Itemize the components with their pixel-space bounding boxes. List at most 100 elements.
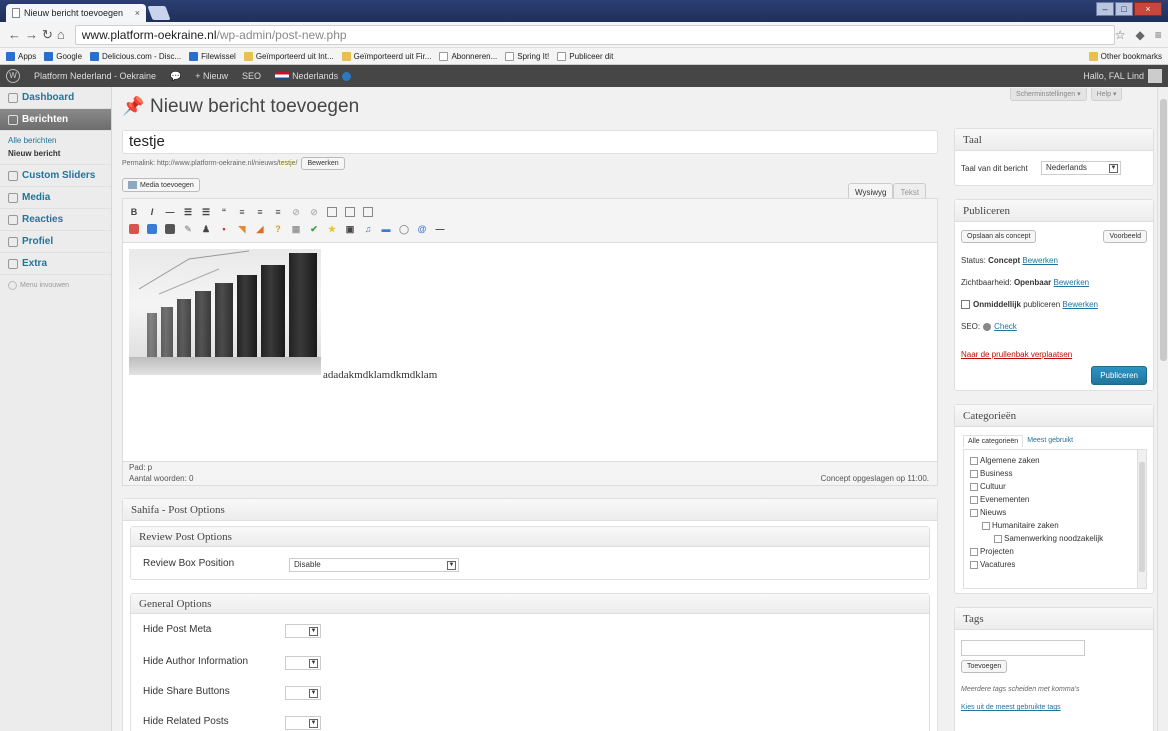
person-icon[interactable]: ♟ [201,224,211,234]
checkbox[interactable] [970,456,978,465]
category-item[interactable]: Samenwerking noodzakelijk [994,534,1103,543]
edit-status-link[interactable]: Bewerken [1022,256,1058,265]
forward-icon[interactable]: → [25,27,38,42]
strikethrough-icon[interactable]: — [165,207,175,217]
bookmark-google[interactable]: Google [44,51,82,61]
dropcap-icon[interactable]: @ [417,224,427,234]
checkbox[interactable] [970,482,978,491]
scrollbar-thumb[interactable] [1160,99,1167,361]
review-box-select[interactable]: Disable ▼ [289,558,459,572]
wp-logo[interactable]: W [6,69,20,83]
collapse-menu[interactable]: Menu invouwen [0,281,111,290]
menu-berichten[interactable]: Berichten [0,109,111,131]
bookmark-delicious[interactable]: Delicious.com - Disc... [90,51,181,61]
submenu-nieuw-bericht[interactable]: Nieuw bericht [0,147,111,160]
language-menu[interactable]: Nederlands [275,71,352,81]
menu-media[interactable]: Media [0,187,111,209]
kitchen-sink-icon[interactable] [363,206,373,217]
align-left-icon[interactable]: ≡ [237,207,247,217]
maximize-icon[interactable]: □ [1115,2,1133,16]
submenu-alle-berichten[interactable]: Alle berichten [0,134,111,147]
tags-box-title[interactable]: Tags [955,608,1153,630]
new-content[interactable]: + Nieuw [195,71,228,81]
save-draft-button[interactable]: Opslaan als concept [961,230,1037,243]
dots-icon[interactable]: • [219,224,229,234]
server-room-image[interactable] [129,249,321,375]
read-more-icon[interactable] [327,206,337,217]
menu-profiel[interactable]: Profiel [0,231,111,253]
seo-menu[interactable]: SEO [242,71,261,81]
italic-icon[interactable]: I [147,207,157,217]
rss-icon[interactable]: ◥ [237,224,247,234]
scrollbar-thumb[interactable] [1139,462,1145,572]
preview-button[interactable]: Voorbeeld [1103,230,1147,243]
screen-options-button[interactable]: Scherminstellingen ▾ [1010,88,1087,101]
checkbox[interactable] [994,534,1002,543]
button-icon[interactable] [165,223,175,234]
grid-icon[interactable]: ▦ [291,224,301,234]
menu-custom-sliders[interactable]: Custom Sliders [0,165,111,187]
category-item[interactable]: Cultuur [970,482,1006,491]
paste-icon[interactable]: ✎ [183,224,193,234]
check-icon[interactable]: ✔ [309,224,319,234]
save-icon[interactable]: ▣ [345,224,355,234]
align-center-icon[interactable]: ≡ [255,207,265,217]
language-box-title[interactable]: Taal [955,129,1153,151]
menu-dashboard[interactable]: Dashboard [0,87,111,109]
unlink-icon[interactable]: ⊘ [309,207,319,217]
publish-button[interactable]: Publiceren [1091,366,1147,385]
checkbox[interactable] [970,469,978,478]
hide-share-select[interactable]: ▼ [285,686,321,700]
checkbox[interactable] [982,521,990,530]
tab-all-categories[interactable]: Alle categorieën [963,435,1024,447]
star-icon[interactable]: ☆ [1115,28,1126,42]
category-item[interactable]: Projecten [970,547,1014,556]
user-menu[interactable]: Hallo, FAL Lind [1083,69,1162,83]
bold-icon[interactable]: B [129,207,139,217]
extension-icon[interactable]: ◆ [1136,28,1145,42]
format-icon[interactable] [129,223,139,234]
site-name[interactable]: Platform Nederland - Oekraine [34,71,156,81]
chart-icon[interactable]: ◢ [255,224,265,234]
tab-close-icon[interactable]: × [135,8,140,18]
tag-input[interactable] [961,640,1085,656]
hide-related-select[interactable]: ▼ [285,716,321,730]
category-item[interactable]: Business [970,469,1012,478]
other-bookmarks[interactable]: Other bookmarks [1088,51,1162,61]
link-icon[interactable]: ⊘ [291,207,301,217]
comments-icon[interactable]: 💬 [170,71,181,82]
category-item[interactable]: Humanitaire zaken [982,521,1059,530]
close-window-icon[interactable]: × [1134,2,1162,16]
checkbox[interactable] [970,547,978,556]
most-used-tags-link[interactable]: Kies uit de meest gebruikte tags [961,704,1061,711]
seo-check-link[interactable]: Check [994,322,1017,331]
address-bar[interactable]: www.platform-oekraine.nl/wp-admin/post-n… [74,24,1115,45]
reload-icon[interactable]: ↻ [42,27,53,43]
browser-tab[interactable]: Nieuw bericht toevoegen × [6,4,146,22]
category-item[interactable]: Evenementen [970,495,1029,504]
checkbox[interactable] [970,560,978,569]
hide-author-select[interactable]: ▼ [285,656,321,670]
blockquote-icon[interactable]: “ [219,207,229,217]
bookmark-apps[interactable]: Apps [6,51,36,61]
bookmark-abonneren[interactable]: Abonneren... [439,51,497,61]
categories-box-title[interactable]: Categorieën [955,405,1153,427]
bookmark-folder-int[interactable]: Geïmporteerd uit Int... [243,51,334,61]
video-icon[interactable]: ▬ [381,224,391,234]
back-icon[interactable]: ← [8,27,21,42]
tab-most-used[interactable]: Meest gebruikt [1023,435,1077,447]
category-scrollbar[interactable] [1137,450,1146,588]
menu-extra[interactable]: Extra [0,253,111,275]
bookmark-publiceer[interactable]: Publiceer dit [557,51,613,61]
menu-reacties[interactable]: Reacties [0,209,111,231]
minimize-icon[interactable]: – [1096,2,1114,16]
category-item[interactable]: Algemene zaken [970,456,1040,465]
add-media-button[interactable]: Media toevoegen [122,178,200,192]
audio-icon[interactable]: ♫ [363,224,373,234]
numbered-list-icon[interactable]: ☰ [201,207,211,217]
page-scrollbar[interactable] [1157,87,1168,731]
bookmark-spring[interactable]: Spring It! [505,51,549,61]
permalink-slug[interactable]: testje [278,160,296,167]
publish-box-title[interactable]: Publiceren [955,200,1153,222]
speech-bubble-icon[interactable]: ◯ [399,224,409,234]
